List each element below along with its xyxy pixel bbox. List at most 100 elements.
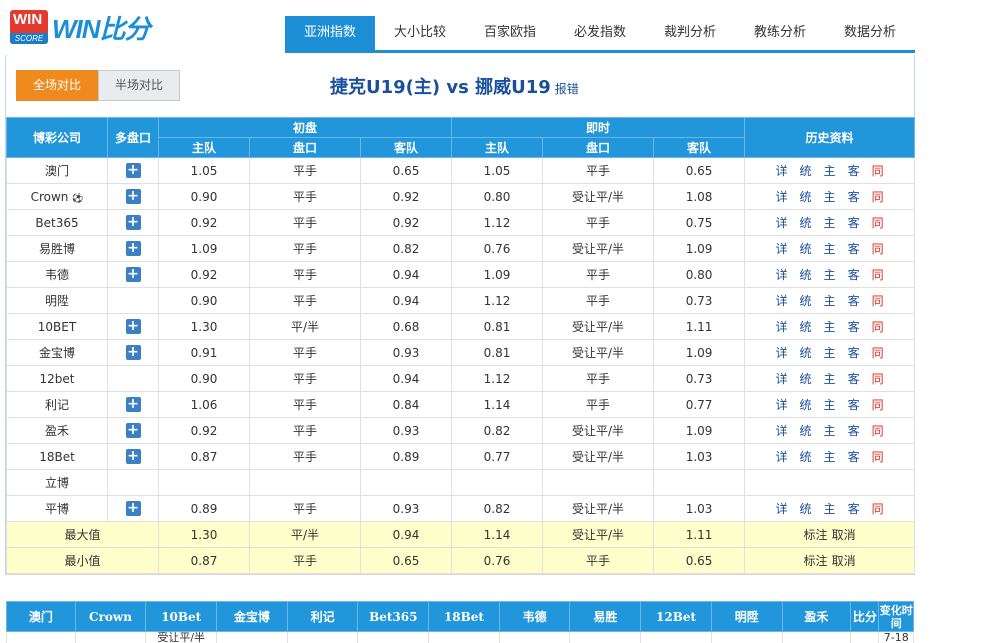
history-away-link[interactable]: 客 bbox=[848, 190, 860, 204]
history-detail-link[interactable]: 详 bbox=[776, 398, 788, 412]
expand-plus-icon[interactable]: + bbox=[125, 449, 141, 464]
history-home-link[interactable]: 主 bbox=[824, 398, 836, 412]
nav-tab-data[interactable]: 数据分析 bbox=[825, 16, 915, 50]
history-same-link[interactable]: 同 bbox=[872, 216, 884, 230]
history-detail-link[interactable]: 详 bbox=[776, 372, 788, 386]
history-away-link[interactable]: 客 bbox=[848, 372, 860, 386]
history-same-link[interactable]: 同 bbox=[872, 294, 884, 308]
history-same-link[interactable]: 同 bbox=[872, 242, 884, 256]
report-error-link[interactable]: 报错 bbox=[555, 82, 579, 96]
history-away-link[interactable]: 客 bbox=[848, 450, 860, 464]
history-same-link[interactable]: 同 bbox=[872, 398, 884, 412]
expand-plus-icon[interactable]: + bbox=[125, 397, 141, 412]
history-home-link[interactable]: 主 bbox=[824, 346, 836, 360]
full-match-toggle[interactable]: 全场对比 bbox=[16, 70, 98, 101]
company-name[interactable]: 易胜博 bbox=[6, 235, 108, 262]
history-home-link[interactable]: 主 bbox=[824, 502, 836, 516]
nav-tab-european[interactable]: 百家欧指 bbox=[465, 16, 555, 50]
history-away-link[interactable]: 客 bbox=[848, 346, 860, 360]
company-name[interactable]: 盈禾 bbox=[6, 417, 108, 444]
nav-tab-coach[interactable]: 教练分析 bbox=[735, 16, 825, 50]
history-away-link[interactable]: 客 bbox=[848, 294, 860, 308]
nav-tab-referee[interactable]: 裁判分析 bbox=[645, 16, 735, 50]
history-detail-link[interactable]: 详 bbox=[776, 216, 788, 230]
company-name[interactable]: 立博 bbox=[6, 469, 108, 496]
company-name[interactable]: Crown ⚽ bbox=[6, 183, 108, 210]
history-stats-link[interactable]: 统 bbox=[800, 450, 812, 464]
mark-link[interactable]: 标注 bbox=[804, 554, 828, 568]
company-name[interactable]: 韦德 bbox=[6, 261, 108, 288]
history-same-link[interactable]: 同 bbox=[872, 424, 884, 438]
company-name[interactable]: 12bet bbox=[6, 365, 108, 392]
history-stats-link[interactable]: 统 bbox=[800, 320, 812, 334]
history-same-link[interactable]: 同 bbox=[872, 190, 884, 204]
expand-plus-icon[interactable]: + bbox=[125, 501, 141, 516]
history-away-link[interactable]: 客 bbox=[848, 502, 860, 516]
history-stats-link[interactable]: 统 bbox=[800, 164, 812, 178]
expand-plus-icon[interactable]: + bbox=[125, 423, 141, 438]
history-stats-link[interactable]: 统 bbox=[800, 268, 812, 282]
expand-plus-icon[interactable]: + bbox=[125, 163, 141, 178]
history-stats-link[interactable]: 统 bbox=[800, 346, 812, 360]
expand-plus-icon[interactable]: + bbox=[125, 215, 141, 230]
half-match-toggle[interactable]: 半场对比 bbox=[98, 70, 180, 101]
history-home-link[interactable]: 主 bbox=[824, 190, 836, 204]
history-away-link[interactable]: 客 bbox=[848, 320, 860, 334]
history-stats-link[interactable]: 统 bbox=[800, 372, 812, 386]
company-name[interactable]: 10BET bbox=[6, 313, 108, 340]
history-same-link[interactable]: 同 bbox=[872, 372, 884, 386]
history-detail-link[interactable]: 详 bbox=[776, 502, 788, 516]
history-detail-link[interactable]: 详 bbox=[776, 268, 788, 282]
company-name[interactable]: 利记 bbox=[6, 391, 108, 418]
company-name[interactable]: 澳门 bbox=[6, 157, 108, 184]
history-stats-link[interactable]: 统 bbox=[800, 294, 812, 308]
cancel-link[interactable]: 取消 bbox=[832, 554, 856, 568]
history-away-link[interactable]: 客 bbox=[848, 242, 860, 256]
history-same-link[interactable]: 同 bbox=[872, 268, 884, 282]
expand-plus-icon[interactable]: + bbox=[125, 241, 141, 256]
nav-tab-asian[interactable]: 亚洲指数 bbox=[285, 16, 375, 50]
history-home-link[interactable]: 主 bbox=[824, 164, 836, 178]
history-away-link[interactable]: 客 bbox=[848, 216, 860, 230]
history-same-link[interactable]: 同 bbox=[872, 164, 884, 178]
history-stats-link[interactable]: 统 bbox=[800, 216, 812, 230]
history-stats-link[interactable]: 统 bbox=[800, 190, 812, 204]
history-home-link[interactable]: 主 bbox=[824, 450, 836, 464]
history-detail-link[interactable]: 详 bbox=[776, 424, 788, 438]
history-home-link[interactable]: 主 bbox=[824, 268, 836, 282]
cancel-link[interactable]: 取消 bbox=[832, 528, 856, 542]
history-home-link[interactable]: 主 bbox=[824, 424, 836, 438]
site-logo[interactable]: WIN SCORE WIN比分 bbox=[10, 10, 151, 44]
history-home-link[interactable]: 主 bbox=[824, 320, 836, 334]
company-name[interactable]: 平博 bbox=[6, 495, 108, 522]
history-home-link[interactable]: 主 bbox=[824, 216, 836, 230]
history-away-link[interactable]: 客 bbox=[848, 268, 860, 282]
history-same-link[interactable]: 同 bbox=[872, 502, 884, 516]
expand-plus-icon[interactable]: + bbox=[125, 189, 141, 204]
history-detail-link[interactable]: 详 bbox=[776, 320, 788, 334]
expand-plus-icon[interactable]: + bbox=[125, 345, 141, 360]
history-stats-link[interactable]: 统 bbox=[800, 502, 812, 516]
history-stats-link[interactable]: 统 bbox=[800, 424, 812, 438]
history-home-link[interactable]: 主 bbox=[824, 294, 836, 308]
company-name[interactable]: 明陞 bbox=[6, 287, 108, 314]
company-name[interactable]: 18Bet bbox=[6, 443, 108, 470]
history-same-link[interactable]: 同 bbox=[872, 320, 884, 334]
history-same-link[interactable]: 同 bbox=[872, 450, 884, 464]
history-detail-link[interactable]: 详 bbox=[776, 164, 788, 178]
company-name[interactable]: 金宝博 bbox=[6, 339, 108, 366]
history-detail-link[interactable]: 详 bbox=[776, 190, 788, 204]
history-same-link[interactable]: 同 bbox=[872, 346, 884, 360]
nav-tab-betfair[interactable]: 必发指数 bbox=[555, 16, 645, 50]
history-away-link[interactable]: 客 bbox=[848, 424, 860, 438]
history-detail-link[interactable]: 详 bbox=[776, 242, 788, 256]
mark-link[interactable]: 标注 bbox=[804, 528, 828, 542]
history-detail-link[interactable]: 详 bbox=[776, 294, 788, 308]
history-detail-link[interactable]: 详 bbox=[776, 346, 788, 360]
history-stats-link[interactable]: 统 bbox=[800, 242, 812, 256]
expand-plus-icon[interactable]: + bbox=[125, 319, 141, 334]
nav-tab-over-under[interactable]: 大小比较 bbox=[375, 16, 465, 50]
history-stats-link[interactable]: 统 bbox=[800, 398, 812, 412]
expand-plus-icon[interactable]: + bbox=[125, 267, 141, 282]
company-name[interactable]: Bet365 bbox=[6, 209, 108, 236]
